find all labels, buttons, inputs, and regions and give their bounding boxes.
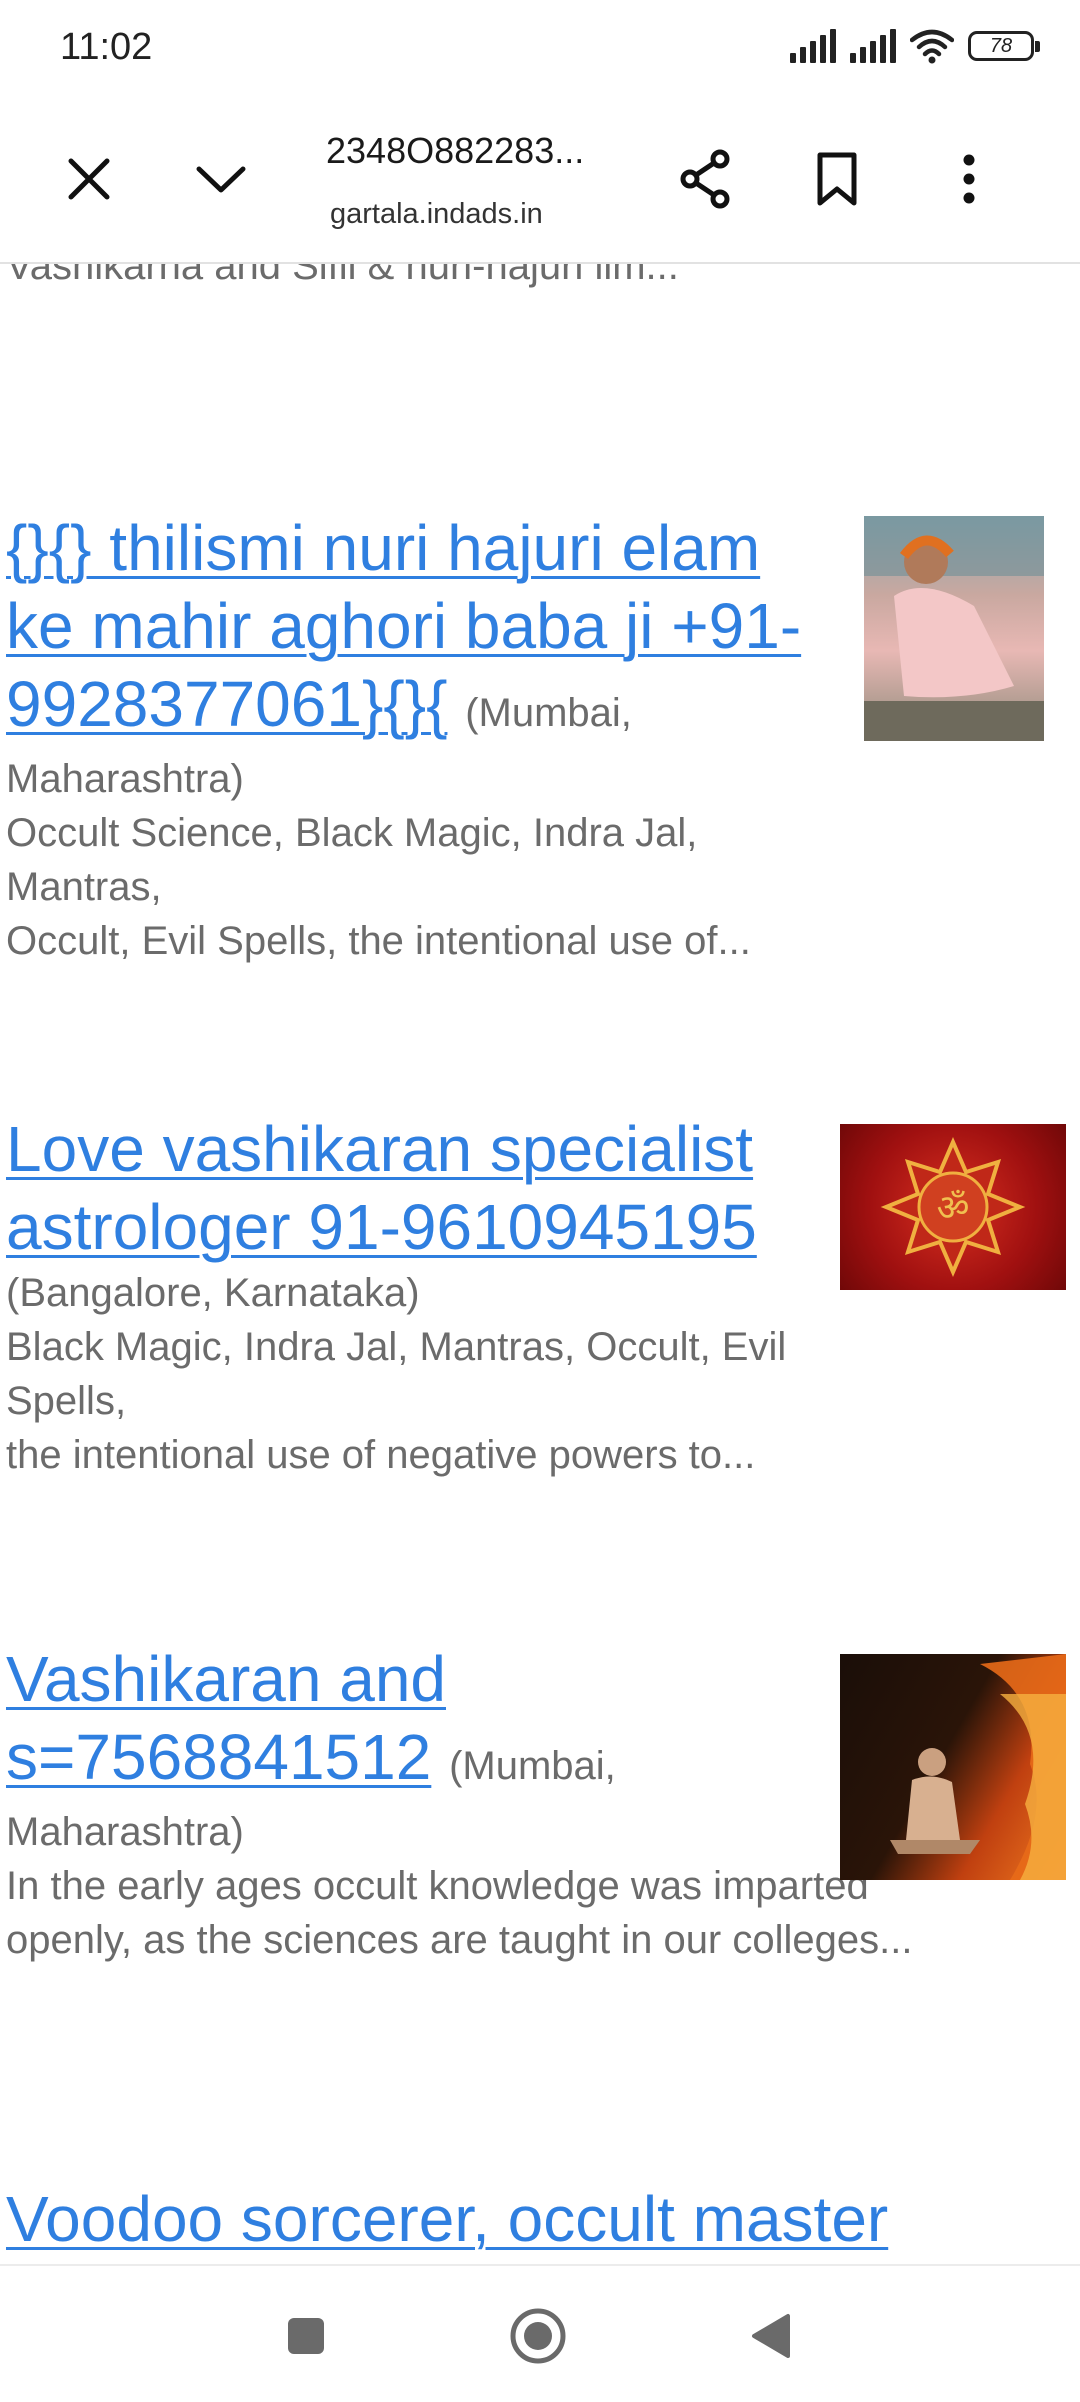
listing-location: (Bangalore, Karnataka) bbox=[6, 1271, 420, 1315]
listing-title-link[interactable]: Love vashikaran specialist astrologer 91… bbox=[6, 1113, 757, 1263]
listing-item: Love vashikaran specialist astrologer 91… bbox=[6, 1110, 836, 1482]
custom-tab-toolbar: 2348O882283... gartala.indads.in bbox=[0, 100, 1080, 264]
bookmark-button[interactable] bbox=[792, 134, 882, 224]
battery-icon: 78 bbox=[968, 31, 1040, 61]
listing-item: {}{} thilismi nuri hajuri elam ke mahir … bbox=[6, 509, 856, 968]
listing-description: Black Magic, Indra Jal, Mantras, Occult,… bbox=[6, 1325, 787, 1477]
page-title[interactable]: 2348O882283... bbox=[326, 130, 626, 172]
listing-thumbnail[interactable] bbox=[864, 516, 1044, 741]
back-button[interactable] bbox=[720, 2286, 820, 2386]
page-content[interactable]: Vashikarna and Sifli & nuri-hajuri ilm..… bbox=[0, 264, 1080, 2260]
home-circle-icon bbox=[510, 2308, 566, 2364]
thumbnail-image bbox=[890, 1654, 1066, 1880]
page-url[interactable]: gartala.indads.in bbox=[330, 198, 543, 231]
minimize-button[interactable] bbox=[176, 134, 266, 224]
listing-location: (Mumbai, bbox=[465, 691, 632, 735]
status-bar: 11:02 78 bbox=[0, 0, 1080, 100]
close-button[interactable] bbox=[44, 134, 134, 224]
back-triangle-icon bbox=[752, 2314, 790, 2358]
listing-description: Occult Science, Black Magic, Indra Jal, … bbox=[6, 811, 751, 963]
listing-thumbnail[interactable] bbox=[840, 1654, 1066, 1880]
share-button[interactable] bbox=[660, 134, 750, 224]
listing-location: Maharashtra) bbox=[6, 757, 244, 801]
listing-title-link[interactable]: Voodoo sorcerer, occult master bbox=[6, 2183, 888, 2255]
wifi-icon bbox=[910, 29, 954, 64]
recents-square-icon bbox=[288, 2318, 324, 2354]
share-icon bbox=[680, 149, 730, 209]
chevron-down-icon bbox=[196, 166, 246, 193]
status-time: 11:02 bbox=[60, 26, 153, 68]
svg-text:ॐ: ॐ bbox=[937, 1188, 970, 1229]
more-vert-icon bbox=[963, 154, 975, 204]
battery-level: 78 bbox=[989, 35, 1013, 57]
more-options-button[interactable] bbox=[924, 134, 1014, 224]
close-icon bbox=[68, 158, 110, 200]
bookmark-icon bbox=[817, 152, 857, 206]
listing-item: Voodoo sorcerer, occult master bbox=[6, 2180, 1066, 2258]
signal-icon bbox=[790, 29, 836, 63]
listing-description: Vashikarna and Sifli & nuri-hajuri ilm..… bbox=[6, 264, 679, 288]
status-icons: 78 bbox=[790, 28, 1040, 64]
system-nav-bar bbox=[0, 2264, 1080, 2402]
listing-title-link[interactable]: Vashikaran and s=7568841512 bbox=[6, 1643, 446, 1793]
listing-location: (Mumbai, bbox=[449, 1744, 616, 1788]
listing-thumbnail[interactable]: ॐ bbox=[840, 1124, 1066, 1290]
signal-icon bbox=[850, 29, 896, 63]
recents-button[interactable] bbox=[256, 2286, 356, 2386]
om-icon: ॐ bbox=[880, 1136, 1026, 1278]
thumbnail-image bbox=[864, 516, 1044, 741]
listing-title-link[interactable]: {}{} thilismi nuri hajuri elam ke mahir … bbox=[6, 512, 801, 740]
home-button[interactable] bbox=[488, 2286, 588, 2386]
